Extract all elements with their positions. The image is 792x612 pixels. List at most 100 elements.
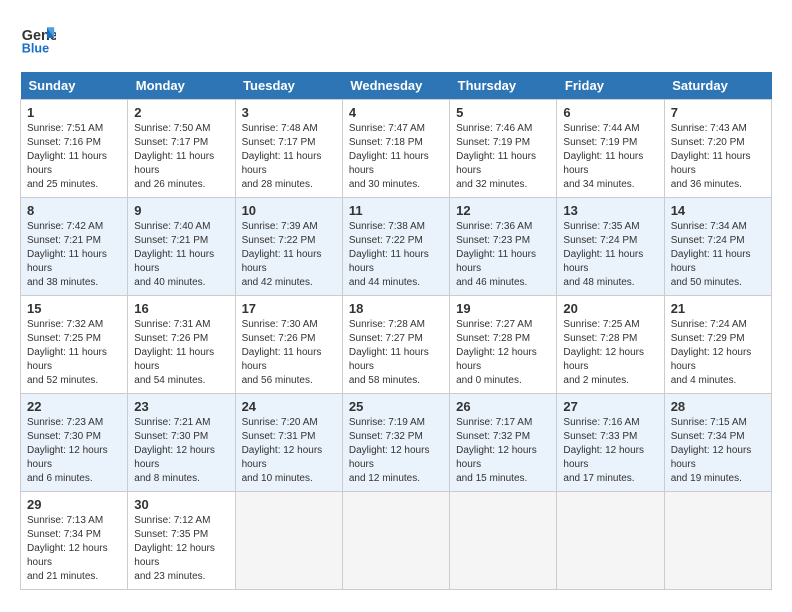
calendar-cell: 28 Sunrise: 7:15 AMSunset: 7:34 PMDayligh… <box>664 394 771 492</box>
calendar-cell <box>664 492 771 590</box>
cell-info: Sunrise: 7:12 AMSunset: 7:35 PMDaylight:… <box>134 514 228 584</box>
day-number: 16 <box>134 301 228 316</box>
day-number: 23 <box>134 399 228 414</box>
day-number: 9 <box>134 203 228 218</box>
calendar-cell: 4 Sunrise: 7:47 AMSunset: 7:18 PMDaylight… <box>342 100 449 198</box>
calendar-cell <box>557 492 664 590</box>
day-number: 24 <box>242 399 336 414</box>
day-number: 22 <box>27 399 121 414</box>
logo-icon: General Blue <box>20 20 56 56</box>
calendar-cell: 11 Sunrise: 7:38 AMSunset: 7:22 PMDayligh… <box>342 198 449 296</box>
cell-info: Sunrise: 7:47 AMSunset: 7:18 PMDaylight:… <box>349 122 443 192</box>
calendar-week-row: 8 Sunrise: 7:42 AMSunset: 7:21 PMDaylight… <box>21 198 772 296</box>
day-number: 30 <box>134 497 228 512</box>
calendar-cell: 17 Sunrise: 7:30 AMSunset: 7:26 PMDayligh… <box>235 296 342 394</box>
day-number: 5 <box>456 105 550 120</box>
day-number: 12 <box>456 203 550 218</box>
calendar-cell: 10Sunrise: 7:39 AMSunset: 7:22 PMDayligh… <box>235 198 342 296</box>
cell-info: Sunrise: 7:35 AMSunset: 7:24 PMDaylight:… <box>563 220 657 290</box>
day-number: 15 <box>27 301 121 316</box>
cell-info: Sunrise: 7:34 AMSunset: 7:24 PMDaylight:… <box>671 220 765 290</box>
cell-info: Sunrise: 7:21 AMSunset: 7:30 PMDaylight:… <box>134 416 228 486</box>
calendar-table: Sunday Monday Tuesday Wednesday Thursday… <box>20 72 772 590</box>
calendar-week-row: 22 Sunrise: 7:23 AMSunset: 7:30 PMDayligh… <box>21 394 772 492</box>
calendar-cell: 8 Sunrise: 7:42 AMSunset: 7:21 PMDaylight… <box>21 198 128 296</box>
cell-info: Sunrise: 7:36 AMSunset: 7:23 PMDaylight:… <box>456 220 550 290</box>
col-tuesday: Tuesday <box>235 72 342 100</box>
cell-info: Sunrise: 7:48 AMSunset: 7:17 PMDaylight:… <box>242 122 336 192</box>
day-number: 19 <box>456 301 550 316</box>
calendar-week-row: 29 Sunrise: 7:13 AMSunset: 7:34 PMDayligh… <box>21 492 772 590</box>
day-number: 11 <box>349 203 443 218</box>
cell-info: Sunrise: 7:46 AMSunset: 7:19 PMDaylight:… <box>456 122 550 192</box>
day-number: 6 <box>563 105 657 120</box>
col-sunday: Sunday <box>21 72 128 100</box>
calendar-cell: 20 Sunrise: 7:25 AMSunset: 7:28 PMDayligh… <box>557 296 664 394</box>
calendar-cell <box>235 492 342 590</box>
day-number: 25 <box>349 399 443 414</box>
col-wednesday: Wednesday <box>342 72 449 100</box>
day-number: 7 <box>671 105 765 120</box>
cell-info: Sunrise: 7:30 AMSunset: 7:26 PMDaylight:… <box>242 318 336 388</box>
day-number: 1 <box>27 105 121 120</box>
calendar-cell: 21Sunrise: 7:24 AMSunset: 7:29 PMDayligh… <box>664 296 771 394</box>
logo: General Blue <box>20 20 56 56</box>
day-number: 3 <box>242 105 336 120</box>
calendar-cell: 12 Sunrise: 7:36 AMSunset: 7:23 PMDayligh… <box>450 198 557 296</box>
day-number: 8 <box>27 203 121 218</box>
col-friday: Friday <box>557 72 664 100</box>
cell-info: Sunrise: 7:25 AMSunset: 7:28 PMDaylight:… <box>563 318 657 388</box>
calendar-cell: 2 Sunrise: 7:50 AMSunset: 7:17 PMDaylight… <box>128 100 235 198</box>
calendar-week-row: 1Sunrise: 7:51 AMSunset: 7:16 PMDaylight… <box>21 100 772 198</box>
calendar-header-row: Sunday Monday Tuesday Wednesday Thursday… <box>21 72 772 100</box>
calendar-cell: 3 Sunrise: 7:48 AMSunset: 7:17 PMDaylight… <box>235 100 342 198</box>
calendar-cell: 23 Sunrise: 7:21 AMSunset: 7:30 PMDayligh… <box>128 394 235 492</box>
calendar-cell: 26 Sunrise: 7:17 AMSunset: 7:32 PMDayligh… <box>450 394 557 492</box>
calendar-cell: 14 Sunrise: 7:34 AMSunset: 7:24 PMDayligh… <box>664 198 771 296</box>
calendar-cell: 27Sunrise: 7:16 AMSunset: 7:33 PMDayligh… <box>557 394 664 492</box>
page-header: General Blue <box>20 20 772 56</box>
cell-info: Sunrise: 7:43 AMSunset: 7:20 PMDaylight:… <box>671 122 765 192</box>
day-number: 14 <box>671 203 765 218</box>
cell-info: Sunrise: 7:24 AMSunset: 7:29 PMDaylight:… <box>671 318 765 388</box>
day-number: 17 <box>242 301 336 316</box>
cell-info: Sunrise: 7:42 AMSunset: 7:21 PMDaylight:… <box>27 220 121 290</box>
cell-info: Sunrise: 7:32 AMSunset: 7:25 PMDaylight:… <box>27 318 121 388</box>
day-number: 28 <box>671 399 765 414</box>
calendar-cell: 13 Sunrise: 7:35 AMSunset: 7:24 PMDayligh… <box>557 198 664 296</box>
day-number: 20 <box>563 301 657 316</box>
calendar-cell: 19Sunrise: 7:27 AMSunset: 7:28 PMDayligh… <box>450 296 557 394</box>
calendar-cell: 24Sunrise: 7:20 AMSunset: 7:31 PMDayligh… <box>235 394 342 492</box>
cell-info: Sunrise: 7:50 AMSunset: 7:17 PMDaylight:… <box>134 122 228 192</box>
calendar-cell: 18Sunrise: 7:28 AMSunset: 7:27 PMDayligh… <box>342 296 449 394</box>
cell-info: Sunrise: 7:23 AMSunset: 7:30 PMDaylight:… <box>27 416 121 486</box>
day-number: 26 <box>456 399 550 414</box>
col-thursday: Thursday <box>450 72 557 100</box>
calendar-cell: 5 Sunrise: 7:46 AMSunset: 7:19 PMDaylight… <box>450 100 557 198</box>
cell-info: Sunrise: 7:13 AMSunset: 7:34 PMDaylight:… <box>27 514 121 584</box>
calendar-cell: 30 Sunrise: 7:12 AMSunset: 7:35 PMDayligh… <box>128 492 235 590</box>
calendar-cell: 29 Sunrise: 7:13 AMSunset: 7:34 PMDayligh… <box>21 492 128 590</box>
day-number: 4 <box>349 105 443 120</box>
day-number: 27 <box>563 399 657 414</box>
col-saturday: Saturday <box>664 72 771 100</box>
day-number: 29 <box>27 497 121 512</box>
cell-info: Sunrise: 7:39 AMSunset: 7:22 PMDaylight:… <box>242 220 336 290</box>
col-monday: Monday <box>128 72 235 100</box>
calendar-cell <box>342 492 449 590</box>
calendar-cell: 7 Sunrise: 7:43 AMSunset: 7:20 PMDaylight… <box>664 100 771 198</box>
calendar-week-row: 15 Sunrise: 7:32 AMSunset: 7:25 PMDayligh… <box>21 296 772 394</box>
calendar-cell: 9Sunrise: 7:40 AMSunset: 7:21 PMDaylight… <box>128 198 235 296</box>
day-number: 13 <box>563 203 657 218</box>
day-number: 18 <box>349 301 443 316</box>
calendar-cell: 22 Sunrise: 7:23 AMSunset: 7:30 PMDayligh… <box>21 394 128 492</box>
cell-info: Sunrise: 7:15 AMSunset: 7:34 PMDaylight:… <box>671 416 765 486</box>
calendar-cell <box>450 492 557 590</box>
cell-info: Sunrise: 7:19 AMSunset: 7:32 PMDaylight:… <box>349 416 443 486</box>
cell-info: Sunrise: 7:38 AMSunset: 7:22 PMDaylight:… <box>349 220 443 290</box>
day-number: 2 <box>134 105 228 120</box>
calendar-cell: 16Sunrise: 7:31 AMSunset: 7:26 PMDayligh… <box>128 296 235 394</box>
cell-info: Sunrise: 7:17 AMSunset: 7:32 PMDaylight:… <box>456 416 550 486</box>
cell-info: Sunrise: 7:44 AMSunset: 7:19 PMDaylight:… <box>563 122 657 192</box>
calendar-cell: 1Sunrise: 7:51 AMSunset: 7:16 PMDaylight… <box>21 100 128 198</box>
